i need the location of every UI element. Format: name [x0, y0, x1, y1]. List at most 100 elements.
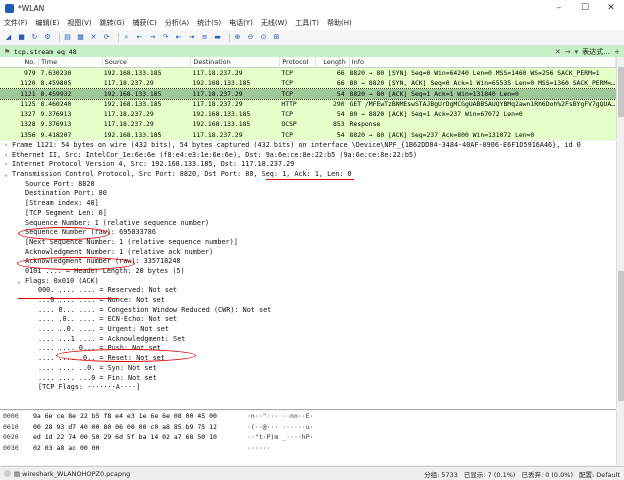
capture-file-icon[interactable]: ▤: [14, 470, 20, 478]
bytes-row[interactable]: 0030 02 03 a8 ac 00 00 ······: [0, 443, 616, 454]
minimize-icon[interactable]: –: [546, 0, 572, 16]
profile-selector[interactable]: 配置: Default: [579, 469, 620, 479]
bytes-row[interactable]: 0010 00 28 93 d7 40 00 80 06 00 00 c0 a8 …: [0, 422, 616, 433]
packet-no: 1328: [20, 120, 36, 129]
packet-bytes-scrollbar[interactable]: [616, 411, 624, 465]
detail-tree-item[interactable]: .... 0... .... = Congestion Window Reduc…: [0, 306, 616, 316]
go-first-icon[interactable]: ⇤: [174, 33, 183, 42]
packet-row[interactable]: 1327 9.376913 117.18.237.29 192.168.133.185…: [0, 109, 616, 120]
zoom-out-icon[interactable]: ⊖: [246, 33, 255, 42]
detail-tree-item[interactable]: .... .... ...0 = Fin: Not set: [0, 374, 616, 384]
clear-filter-icon[interactable]: ✕: [555, 48, 561, 56]
open-file-icon[interactable]: ▤: [63, 33, 72, 42]
detail-text: [TCP Segment Len: 0]: [25, 208, 107, 217]
bytes-hex: 02 03 a8 ac 00 00: [33, 443, 100, 452]
find-icon[interactable]: ⌕: [122, 33, 131, 42]
filter-expression-button[interactable]: 表达式…: [582, 47, 610, 57]
scrollbar-thumb[interactable]: [618, 271, 624, 401]
restart-icon[interactable]: ↻: [30, 33, 39, 42]
packet-row[interactable]: 1356 9.418207 192.168.133.185 117.18.237.29…: [0, 129, 616, 141]
column-header-destination[interactable]: Destination: [191, 57, 281, 67]
add-filter-button[interactable]: +: [614, 48, 620, 56]
menu-go[interactable]: 跳转(G): [100, 18, 125, 28]
detail-tree-item[interactable]: › Frame 1121: 54 bytes on wire (432 bits)…: [0, 141, 616, 151]
zoom-normal-icon[interactable]: ⊙: [259, 33, 268, 42]
expert-info-icon[interactable]: [4, 470, 11, 477]
filter-history-icon[interactable]: ▾: [575, 48, 579, 56]
column-header-protocol[interactable]: Protocol: [280, 57, 317, 67]
save-file-icon[interactable]: ▦: [76, 33, 85, 42]
column-header-time[interactable]: Time: [39, 57, 103, 67]
packet-destination: 117.18.237.29: [192, 130, 243, 139]
packet-destination: 117.18.237.29: [192, 99, 243, 108]
detail-tree-item[interactable]: › Ethernet II, Src: IntelCor_1e:6e:6e (f8…: [0, 151, 616, 161]
detail-text: Frame 1121: 54 bytes on wire (432 bits),…: [12, 141, 581, 149]
detail-tree-item[interactable]: Source Port: 8820: [0, 180, 616, 190]
menu-help[interactable]: 帮助(H): [327, 18, 352, 28]
menu-capture[interactable]: 捕获(C): [133, 18, 157, 28]
close-icon[interactable]: ✕: [598, 0, 624, 16]
packet-details-scrollbar[interactable]: [616, 141, 624, 409]
menu-edit[interactable]: 编辑(E): [36, 18, 60, 28]
detail-tree-item[interactable]: 000. .... .... = Reserved: Not set: [0, 286, 616, 296]
detail-tree-item[interactable]: [Next Sequence Number: 1 (relative seque…: [0, 238, 616, 248]
menu-analyze[interactable]: 分析(A): [165, 18, 189, 28]
scrollbar-thumb[interactable]: [618, 67, 624, 117]
tree-expander-icon[interactable]: ›: [4, 160, 12, 170]
packet-row[interactable]: 979 7.630230 192.168.133.185 117.18.237.29 T…: [0, 68, 616, 79]
packet-row[interactable]: 1121 8.459932 192.168.133.185 117.18.237.29…: [0, 87, 617, 100]
detail-text: Transmission Control Protocol, Src Port:…: [12, 170, 352, 179]
autoscroll-icon[interactable]: ≡: [200, 33, 209, 42]
bytes-row[interactable]: 0020 ed 1d 22 74 00 50 29 6d 5f ba 14 02 …: [0, 432, 616, 443]
menu-file[interactable]: 文件(F): [4, 18, 28, 28]
tree-expander-icon[interactable]: ⌄: [17, 277, 25, 287]
options-gear-icon[interactable]: ⚙: [43, 33, 52, 42]
packet-list-scrollbar[interactable]: [616, 57, 624, 139]
go-to-packet-icon[interactable]: ↷: [161, 33, 170, 42]
display-filter-input[interactable]: tcp.stream eq 48: [14, 48, 77, 56]
packet-row[interactable]: 1328 9.376913 117.18.237.29 192.168.133.185…: [0, 119, 616, 130]
menu-statistics[interactable]: 统计(S): [197, 18, 221, 28]
detail-tree-item[interactable]: [Stream index: 48]: [0, 199, 616, 209]
detail-tree-item[interactable]: Sequence Number: 1 (relative sequence nu…: [0, 219, 616, 229]
column-header-length[interactable]: Length: [316, 57, 350, 67]
bookmark-icon[interactable]: ⚑: [2, 48, 12, 56]
tree-expander-icon[interactable]: ›: [4, 151, 12, 161]
shark-fin-start-icon[interactable]: ◢: [4, 33, 13, 42]
column-header-no[interactable]: No.: [0, 57, 40, 67]
bytes-row[interactable]: 0000 9a 6e ce 8e 22 b5 f8 e4 e3 1e 6e 6e …: [0, 411, 616, 422]
detail-tree-item[interactable]: .... ...1 .... = Acknowledgment: Set: [0, 335, 616, 345]
packet-row[interactable]: 1120 8.459805 117.18.237.29 192.168.133.185…: [0, 78, 616, 89]
close-file-icon[interactable]: ✕: [89, 33, 98, 42]
go-last-icon[interactable]: ⇥: [187, 33, 196, 42]
tree-expander-icon[interactable]: ›: [4, 141, 12, 151]
go-back-icon[interactable]: ←: [135, 33, 144, 42]
detail-tree-item[interactable]: .... .... ..0. = Syn: Not set: [0, 364, 616, 374]
detail-tree-item[interactable]: [TCP Flags: ·······A····]: [0, 383, 616, 393]
detail-tree-item[interactable]: Acknowledgment Number: 1 (relative ack n…: [0, 248, 616, 258]
packet-row[interactable]: 1125 8.460240 192.168.133.185 117.18.237.29…: [0, 98, 616, 110]
detail-tree-item[interactable]: ⌄ Flags: 0x010 (ACK): [0, 277, 616, 287]
colorize-icon[interactable]: ▬: [213, 33, 222, 42]
menu-wireless[interactable]: 无线(W): [261, 18, 287, 28]
detail-tree-item[interactable]: .... .0.. .... = ECN-Echo: Not set: [0, 315, 616, 325]
column-header-info[interactable]: Info: [350, 57, 616, 67]
menu-tools[interactable]: 工具(T): [295, 18, 319, 28]
detail-text: Internet Protocol Version 4, Src: 192.16…: [12, 160, 295, 169]
detail-tree-item[interactable]: Destination Port: 80: [0, 189, 616, 199]
column-header-source[interactable]: Source: [103, 57, 192, 67]
resize-columns-icon[interactable]: ⊞: [272, 33, 281, 42]
menu-telephony[interactable]: 电话(Y): [229, 18, 253, 28]
apply-filter-icon[interactable]: →: [565, 48, 571, 56]
packet-length: 54: [336, 110, 345, 119]
zoom-in-icon[interactable]: ⊕: [233, 33, 242, 42]
detail-tree-item[interactable]: .... ..0. .... = Urgent: Not set: [0, 325, 616, 335]
detail-tree-item[interactable]: › Internet Protocol Version 4, Src: 192.1…: [0, 160, 616, 170]
tree-expander-icon[interactable]: ⌄: [4, 170, 12, 180]
menu-view[interactable]: 视图(V): [67, 18, 91, 28]
maximize-icon[interactable]: ☐: [572, 0, 598, 16]
detail-tree-item[interactable]: [TCP Segment Len: 0]: [0, 209, 616, 219]
reload-icon[interactable]: ⟳: [102, 33, 111, 42]
stop-icon[interactable]: ■: [17, 33, 26, 42]
go-forward-icon[interactable]: →: [148, 33, 157, 42]
